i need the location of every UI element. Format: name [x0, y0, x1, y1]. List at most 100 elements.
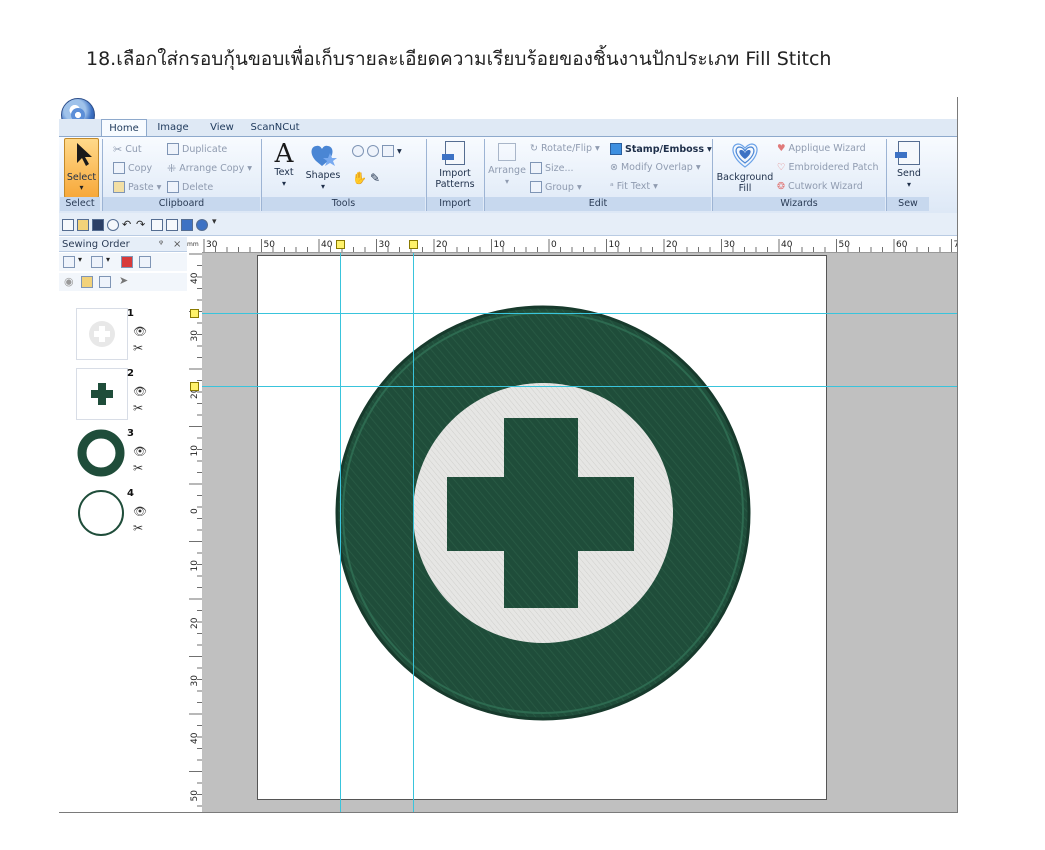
heart-outline-icon: ♡	[777, 162, 786, 173]
sewing-order-item-thumb[interactable]	[76, 428, 126, 478]
zoom-icon[interactable]	[107, 219, 119, 231]
scissors-toggle-icon[interactable]	[99, 276, 111, 288]
cutwork-icon: ❂	[777, 181, 785, 192]
vertical-ruler: 40 30 20 10 0 10 20 30 40 50	[187, 252, 203, 812]
visibility-icon[interactable]: ◉	[64, 275, 74, 288]
tab-home[interactable]: Home	[101, 119, 147, 136]
scissors-icon[interactable]: ✂	[133, 461, 143, 475]
scissors-icon: ✂	[113, 143, 123, 156]
chevron-down-icon: ▾	[79, 183, 84, 192]
text-tool-button[interactable]: A Text ▾	[266, 141, 302, 189]
quick-access-toolbar	[59, 213, 957, 236]
hand-icon[interactable]: ✋	[352, 171, 367, 185]
guide-marker[interactable]	[190, 382, 199, 391]
sewing-attribute-icon[interactable]	[181, 219, 193, 231]
zoom-out-icon[interactable]	[367, 145, 379, 157]
vertical-guide-line[interactable]	[413, 253, 414, 812]
duplicate-button[interactable]: Duplicate	[167, 143, 227, 155]
arrange-button[interactable]: Arrange ▾	[487, 143, 527, 187]
zoom-in-icon[interactable]	[352, 145, 364, 157]
tab-scanncut[interactable]: ScanNCut	[247, 119, 303, 136]
tab-view[interactable]: View	[199, 119, 245, 136]
customize-toolbar-icon[interactable]: ▾	[212, 217, 217, 227]
save-icon[interactable]	[92, 219, 104, 231]
size-button[interactable]: Size...	[530, 162, 574, 174]
eye-icon[interactable]: 👁	[133, 445, 147, 458]
guide-marker[interactable]	[336, 240, 345, 249]
help-icon[interactable]	[196, 219, 208, 231]
delete-button[interactable]: Delete	[167, 181, 213, 193]
redo-icon[interactable]: ↷	[136, 219, 148, 231]
frame-icon[interactable]	[139, 256, 151, 268]
rotate-flip-button[interactable]: ↻ Rotate/Flip ▾	[530, 143, 600, 154]
sewing-order-title: Sewing Order	[59, 237, 187, 252]
heart-star-icon	[311, 145, 337, 166]
guide-marker[interactable]	[190, 309, 199, 318]
ruler-label: 10	[609, 240, 621, 250]
realistic-view-icon[interactable]	[166, 219, 178, 231]
stamp-emboss-button[interactable]: Stamp/Emboss ▾	[610, 143, 712, 155]
scissors-icon[interactable]: ✂	[133, 341, 143, 355]
background-fill-button[interactable]: Background Fill	[715, 141, 775, 194]
tab-image[interactable]: Image	[151, 119, 195, 136]
design-page[interactable]	[257, 255, 827, 800]
letter-a-icon: A	[274, 139, 294, 169]
preview-icon[interactable]	[151, 219, 163, 231]
fit-text-button[interactable]: ᵃ Fit Text ▾	[610, 181, 658, 192]
ruler-label: 40	[190, 272, 200, 284]
instruction-text: 18.เลือกใส่กรอบกุ้นขอบเพื่อเก็บรายละเอีย…	[86, 48, 832, 70]
zoom-fit-icon[interactable]	[382, 145, 394, 157]
sewing-order-item-thumb[interactable]	[76, 308, 128, 360]
eye-icon[interactable]: 👁	[133, 505, 147, 518]
select-button[interactable]: Select ▾	[64, 138, 99, 198]
arrange-copy-button[interactable]: ⁜ Arrange Copy ▾	[167, 162, 252, 175]
lock-icon[interactable]	[81, 276, 93, 288]
ruler-label: 30	[190, 675, 200, 687]
paste-button[interactable]: Paste ▾	[113, 181, 161, 193]
guide-marker[interactable]	[409, 240, 418, 249]
copy-button[interactable]: Copy	[113, 162, 152, 174]
modify-overlap-button[interactable]: ⊗ Modify Overlap ▾	[610, 162, 701, 173]
green-outline-circle-thumb	[78, 490, 124, 536]
embroidered-patch-button[interactable]: ♡ Embroidered Patch	[777, 162, 879, 173]
vertical-guide-line[interactable]	[340, 253, 341, 812]
sewing-order-item-thumb[interactable]	[76, 368, 128, 420]
horizontal-guide-line[interactable]	[202, 313, 957, 314]
ruler-label: 50	[839, 240, 851, 250]
group-label-edit: Edit	[485, 197, 711, 211]
cutwork-wizard-button[interactable]: ❂ Cutwork Wizard	[777, 181, 863, 192]
eye-icon[interactable]: 👁	[133, 385, 147, 398]
green-ring-thumb	[77, 429, 125, 477]
scissors-icon[interactable]: ✂	[133, 521, 143, 535]
sewing-order-item-thumb[interactable]	[76, 488, 126, 538]
eye-icon[interactable]: 👁	[133, 325, 147, 338]
shapes-tool-button[interactable]: Shapes ▾	[304, 141, 342, 192]
group-label-select: Select	[60, 197, 100, 211]
cut-button[interactable]: ✂ Cut	[113, 143, 142, 156]
hand-tool-row: ✋ ✎	[352, 171, 380, 185]
scissors-icon[interactable]: ✂	[133, 401, 143, 415]
color-sort-icon[interactable]	[121, 256, 133, 268]
view-mode-icon[interactable]	[63, 256, 75, 268]
send-button[interactable]: Send ▾	[889, 141, 929, 190]
ruler-label: 30	[206, 240, 218, 250]
applique-wizard-button[interactable]: ♥ Applique Wizard	[777, 143, 866, 154]
white-circle-cross-thumb	[89, 321, 115, 347]
sort-icon[interactable]	[91, 256, 103, 268]
ruler-label: 20	[666, 240, 678, 250]
open-folder-icon[interactable]	[77, 219, 89, 231]
close-pane-icon[interactable]: ×	[173, 237, 181, 252]
pointer-icon[interactable]: ➤	[119, 274, 128, 287]
pin-icon[interactable]: ᵠ	[159, 237, 163, 252]
cross-horizontal-bar[interactable]	[447, 477, 634, 551]
ruler-label: 50	[264, 240, 276, 250]
import-patterns-button[interactable]: Import Patterns	[429, 141, 481, 190]
pen-icon[interactable]: ✎	[370, 171, 380, 185]
new-file-icon[interactable]	[62, 219, 74, 231]
horizontal-guide-line[interactable]	[202, 386, 957, 387]
undo-icon[interactable]: ↶	[122, 219, 134, 231]
group-label-tools: Tools	[262, 197, 425, 211]
arrange-icon	[498, 143, 516, 161]
group-icon	[530, 181, 542, 193]
group-button[interactable]: Group ▾	[530, 181, 582, 193]
